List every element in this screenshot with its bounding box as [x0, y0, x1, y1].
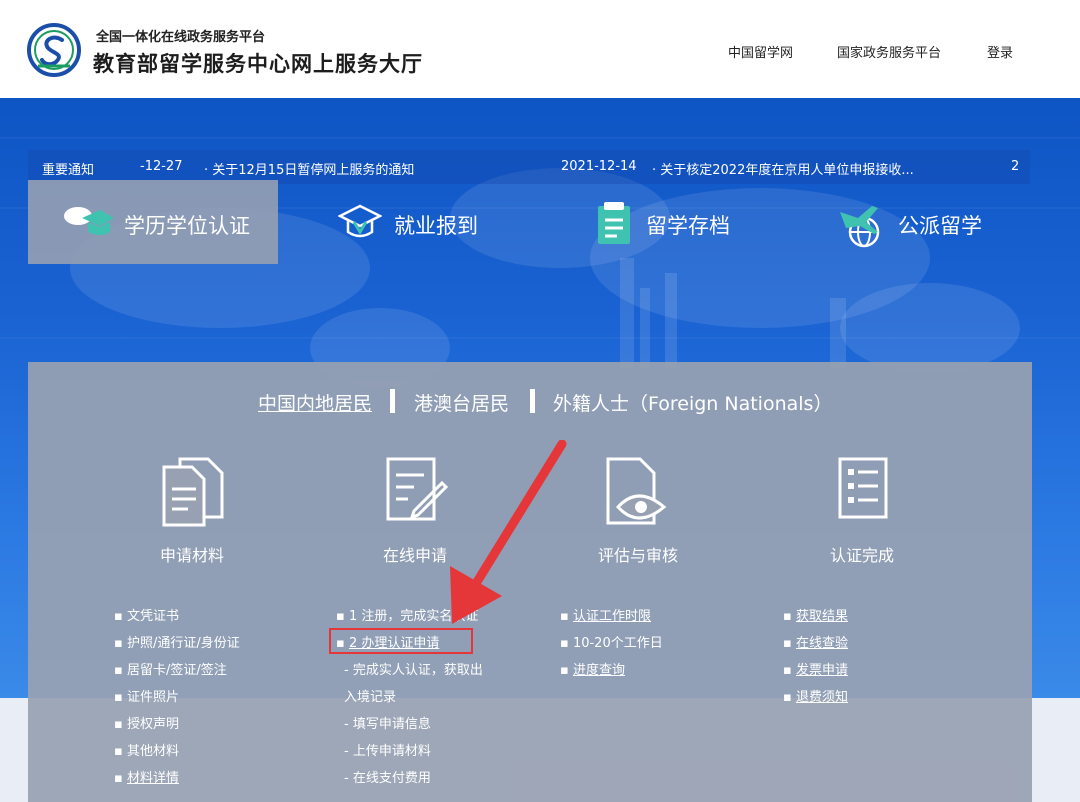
- list-item: 入境记录: [344, 690, 397, 705]
- tab-government-study-label: 公派留学: [898, 214, 982, 238]
- site-title: 教育部留学服务中心网上服务大厅: [93, 52, 423, 76]
- online-verify-link[interactable]: ▪ 在线查验: [783, 632, 848, 651]
- step-title-materials: 申请材料: [159, 546, 224, 565]
- progress-query-link[interactable]: ▪ 进度查询: [560, 659, 625, 678]
- tab-employment-report[interactable]: 就业报到: [278, 180, 528, 264]
- plane-globe-icon: [840, 206, 880, 248]
- get-result-link[interactable]: ▪ 获取结果: [783, 605, 848, 624]
- nav-cscse[interactable]: 中国留学网: [728, 42, 793, 61]
- notice-label: 重要通知: [42, 163, 95, 178]
- step-title-review: 评估与审核: [597, 546, 678, 565]
- subtab-hk-macao-taiwan[interactable]: 港澳台居民: [414, 389, 509, 416]
- nav-login[interactable]: 登录: [987, 42, 1013, 61]
- materials-detail-link[interactable]: ▪ 材料详情: [114, 767, 179, 786]
- list-item: - 在线支付费用: [344, 771, 431, 786]
- subtab-divider: [390, 389, 395, 413]
- list-item: ▪ 文凭证书: [114, 609, 179, 624]
- platform-subtitle: 全国一体化在线政务服务平台: [96, 30, 266, 45]
- tab-government-study[interactable]: 公派留学: [778, 180, 1032, 264]
- step-title-complete: 认证完成: [829, 546, 894, 565]
- subtab-divider: [530, 389, 535, 413]
- work-time-limit-link[interactable]: ▪ 认证工作时限: [560, 605, 651, 624]
- list-item: ▪ 其他材料: [114, 744, 179, 759]
- documents-icon: [162, 457, 224, 527]
- notice-link-1[interactable]: · 关于12月15日暂停网上服务的通知: [204, 159, 414, 178]
- notice-overflow: 2: [1011, 159, 1020, 174]
- subtab-foreign[interactable]: 外籍人士（Foreign Nationals）: [553, 389, 832, 416]
- tab-archive[interactable]: 留学存档: [528, 180, 778, 264]
- notice-link-2[interactable]: · 关于核定2022年度在京用人单位申报接收...: [652, 159, 914, 178]
- document-folder-icon: [598, 202, 630, 244]
- tab-archive-label: 留学存档: [646, 214, 730, 238]
- notice-date-2: 2021-12-14: [561, 159, 637, 174]
- list-item: - 完成实人认证，获取出: [344, 663, 483, 678]
- list-item: - 填写申请信息: [344, 717, 431, 732]
- list-item: ▪ 证件照片: [114, 690, 179, 705]
- red-arrow-annotation: [450, 440, 567, 624]
- list-item: - 上传申请材料: [344, 744, 431, 759]
- tab-degree-verification-label: 学历学位认证: [124, 214, 250, 238]
- cap-icon: [338, 204, 382, 238]
- graduation-cap-icon: [64, 207, 114, 235]
- highlight-box: [329, 628, 473, 654]
- document-eye-icon: [606, 457, 667, 525]
- checklist-icon: [838, 457, 888, 519]
- notice-date-1: -12-27: [140, 159, 183, 174]
- list-item: ▪ 居留卡/签证/签注: [114, 663, 227, 678]
- refund-notice-link[interactable]: ▪ 退费须知: [783, 686, 848, 705]
- nav-gov-platform[interactable]: 国家政务服务平台: [837, 42, 941, 61]
- invoice-request-link[interactable]: ▪ 发票申请: [783, 659, 848, 678]
- list-item: ▪ 护照/通行证/身份证: [114, 636, 240, 651]
- tab-employment-report-label: 就业报到: [394, 214, 478, 238]
- notice-bar: 重要通知 -12-27 · 关于12月15日暂停网上服务的通知 2021-12-…: [28, 150, 1030, 184]
- subtab-mainland[interactable]: 中国内地居民: [258, 389, 372, 416]
- csc-logo-icon: [27, 23, 81, 77]
- header: 全国一体化在线政务服务平台 教育部留学服务中心网上服务大厅 中国留学网 国家政务…: [0, 0, 1080, 98]
- list-item: ▪ 10-20个工作日: [560, 636, 663, 651]
- tab-degree-verification[interactable]: 学历学位认证: [28, 180, 278, 264]
- list-item: ▪ 授权声明: [114, 717, 179, 732]
